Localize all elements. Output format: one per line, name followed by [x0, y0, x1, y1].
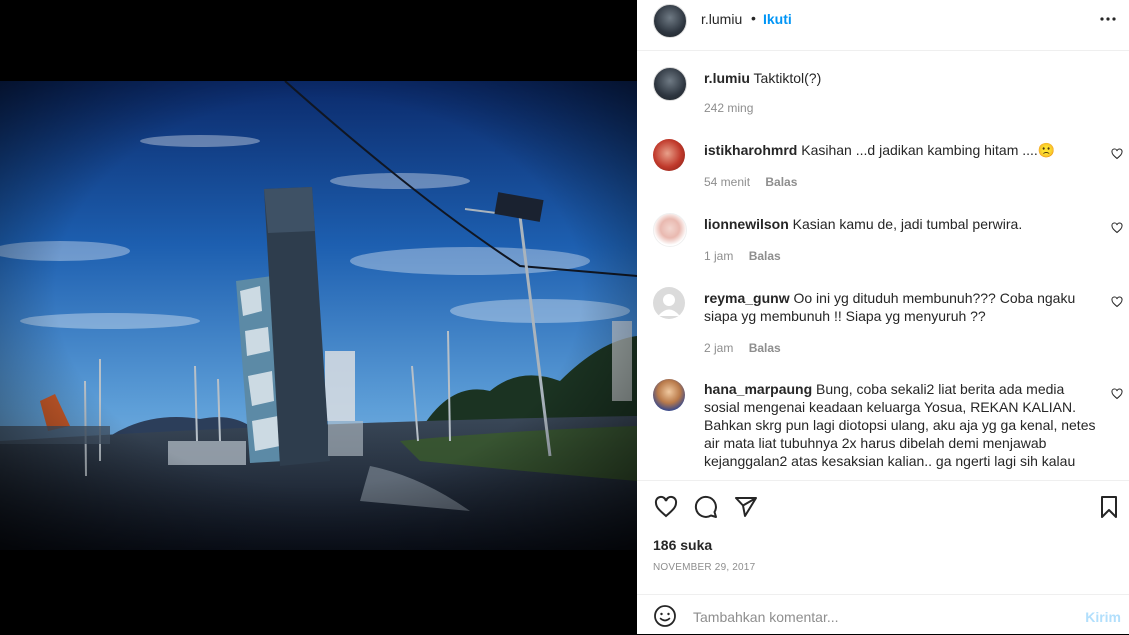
emoji-icon[interactable]: [653, 604, 677, 628]
comment-username[interactable]: reyma_gunw: [704, 290, 790, 306]
comment-text: Kasihan ...d jadikan kambing hitam ....🙁: [801, 142, 1056, 158]
comment-like-heart-icon[interactable]: [1111, 148, 1123, 160]
comment-icon[interactable]: [694, 495, 718, 519]
caption-text: Taktiktol(?): [753, 70, 822, 86]
comment-text: Kasian kamu de, jadi tumbal perwira.: [792, 216, 1023, 232]
post-date: NOVEMBER 29, 2017: [653, 562, 756, 573]
comment-like-heart-icon[interactable]: [1111, 388, 1123, 400]
reply-button[interactable]: Balas: [749, 249, 781, 263]
comment-item: istikharohmrd Kasihan ...d jadikan kambi…: [637, 137, 1129, 197]
author-username[interactable]: r.lumiu: [701, 11, 742, 27]
comment-input[interactable]: Tambahkan komentar...: [693, 609, 839, 625]
caption-avatar[interactable]: [653, 67, 687, 101]
caption-username[interactable]: r.lumiu: [704, 70, 750, 86]
comment-time: 54 menit: [704, 175, 751, 189]
more-dots-icon[interactable]: [1099, 13, 1117, 25]
comment-username[interactable]: hana_marpaung: [704, 381, 812, 397]
commenter-avatar[interactable]: [653, 379, 685, 411]
post-actions: 186 suka NOVEMBER 29, 2017: [637, 480, 1129, 585]
reply-button[interactable]: Balas: [765, 175, 797, 189]
comment-like-heart-icon[interactable]: [1111, 296, 1123, 308]
author-avatar[interactable]: [653, 4, 687, 38]
comment-username[interactable]: istikharohmrd: [704, 142, 797, 158]
comment-like-heart-icon[interactable]: [1111, 222, 1123, 234]
header-separator: •: [751, 10, 756, 26]
post-photo[interactable]: [0, 81, 637, 550]
reply-button[interactable]: Balas: [749, 341, 781, 355]
comment-item: hana_marpaung Bung, coba sekali2 liat be…: [637, 377, 1129, 480]
comment-time: 1 jam: [704, 249, 734, 263]
commenter-avatar[interactable]: [653, 139, 685, 171]
comments-list[interactable]: r.lumiu Taktiktol(?) 242 ming istikharoh…: [637, 51, 1129, 480]
comment-item: reyma_gunw Oo ini yg dituduh membunuh???…: [637, 285, 1129, 363]
add-comment-bar: Tambahkan komentar... Kirim: [637, 594, 1129, 635]
caption: r.lumiu Taktiktol(?) 242 ming: [637, 65, 1129, 125]
share-icon[interactable]: [734, 495, 758, 519]
bookmark-icon[interactable]: [1097, 495, 1121, 519]
follow-button[interactable]: Ikuti: [763, 11, 792, 27]
comment-item: lionnewilson Kasian kamu de, jadi tumbal…: [637, 211, 1129, 271]
default-avatar-icon: [658, 294, 680, 316]
comment-username[interactable]: lionnewilson: [704, 216, 789, 232]
caption-time: 242 ming: [704, 101, 754, 115]
post-media: [0, 0, 637, 634]
heart-icon[interactable]: [654, 495, 678, 519]
commenter-avatar[interactable]: [653, 213, 687, 247]
likes-count[interactable]: 186 suka: [653, 537, 712, 553]
post-details-panel: r.lumiu • Ikuti r.lumiu Taktiktol(?) 242…: [637, 0, 1129, 634]
send-button[interactable]: Kirim: [1085, 609, 1121, 625]
comment-time: 2 jam: [704, 341, 734, 355]
post-header: r.lumiu • Ikuti: [637, 0, 1129, 51]
commenter-avatar[interactable]: [653, 287, 685, 319]
